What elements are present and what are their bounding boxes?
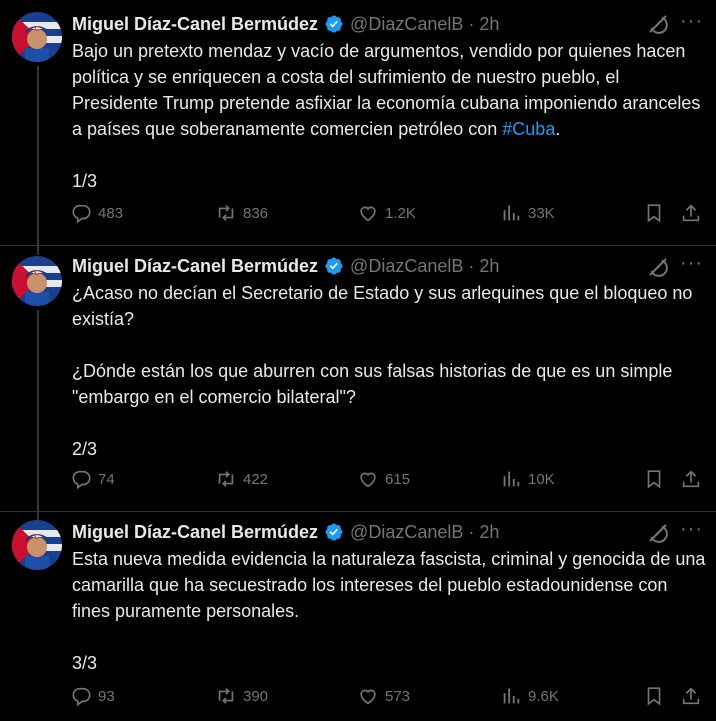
action-bar: 93 390 573 9.6K [70,684,710,708]
retweet-button[interactable]: 422 [215,467,268,491]
reply-button[interactable]: 93 [70,684,115,708]
reply-count: 93 [98,687,115,705]
author-handle[interactable]: @DiazCanelB [350,256,463,277]
author-handle[interactable]: @DiazCanelB [350,522,463,543]
author-handle[interactable]: @DiazCanelB [350,14,463,35]
verified-badge-icon [324,256,344,276]
views-icon [503,205,520,221]
retweet-icon [218,471,234,487]
tweet-1[interactable]: C Miguel Díaz-Canel Bermúdez @DiazCanelB… [0,0,716,247]
tweet-header: Miguel Díaz-Canel Bermúdez @DiazCanelB ·… [72,254,499,278]
timestamp[interactable]: 2h [479,14,499,35]
bookmark-button[interactable] [643,201,671,225]
views-count: 10K [528,470,555,488]
like-button[interactable]: 615 [357,467,410,491]
thread-line [37,245,39,255]
tweet-header: Miguel Díaz-Canel Bermúdez @DiazCanelB ·… [72,520,499,544]
grok-icon[interactable] [646,255,670,279]
bookmark-icon [647,470,661,489]
svg-text:C: C [34,534,39,541]
retweet-count: 422 [243,470,269,488]
thread-line [37,310,39,513]
retweet-button[interactable]: 390 [215,684,268,708]
separator-dot: · [468,521,475,542]
thread-counter: 3/3 [72,653,98,673]
share-button[interactable] [680,467,708,491]
verified-badge-icon [324,522,344,542]
svg-text:C: C [34,26,39,33]
bookmark-button[interactable] [643,684,671,708]
thread-counter: 1/3 [72,171,98,191]
action-bar: 483 836 1.2K 33K [70,201,710,225]
tweet-header: Miguel Díaz-Canel Bermúdez @DiazCanelB ·… [72,12,499,36]
author-name[interactable]: Miguel Díaz-Canel Bermúdez [72,256,318,277]
retweet-icon [218,205,234,221]
like-count: 1.2K [385,204,416,222]
views-button[interactable]: 9.6K [500,684,559,708]
tweet-text-end: . [555,119,561,139]
bookmark-button[interactable] [643,467,671,491]
separator-dot: · [468,13,475,34]
bookmark-icon [647,204,661,223]
tweet-text: Bajo un pretexto mendaz y vacío de argum… [72,38,708,194]
views-icon [503,471,520,487]
hashtag-link[interactable]: #Cuba [502,119,555,139]
views-icon [503,688,520,704]
reply-count: 483 [98,204,124,222]
thread-counter: 2/3 [72,439,98,459]
reply-icon [72,470,91,490]
tweet-text: Esta nueva medida evidencia la naturalez… [72,546,708,676]
retweet-count: 390 [243,687,269,705]
bookmark-icon [647,687,661,706]
reply-button[interactable]: 74 [70,467,115,491]
share-icon [682,204,700,222]
share-button[interactable] [680,684,708,708]
tweet-text-body: Bajo un pretexto mendaz y vacío de argum… [72,41,701,139]
action-bar: 74 422 615 10K [70,467,710,491]
share-icon [682,470,700,488]
author-name[interactable]: Miguel Díaz-Canel Bermúdez [72,14,318,35]
views-button[interactable]: 33K [500,201,555,225]
svg-text:C: C [34,270,39,277]
tweet-2[interactable]: C Miguel Díaz-Canel Bermúdez @DiazCanelB… [0,245,716,513]
reply-button[interactable]: 483 [70,201,123,225]
thread-line [37,66,39,247]
views-count: 33K [528,204,555,222]
tweet-paragraph: Esta nueva medida evidencia la naturalez… [72,549,706,621]
tweet-paragraph: ¿Dónde están los que aburren con sus fal… [72,361,673,407]
retweet-icon [218,688,234,704]
tweet-text: ¿Acaso no decían el Secretario de Estado… [72,280,708,462]
reply-count: 74 [98,470,115,488]
like-icon [360,472,376,488]
timestamp[interactable]: 2h [479,522,499,543]
grok-icon[interactable] [646,12,670,36]
tweet-3[interactable]: C Miguel Díaz-Canel Bermúdez @DiazCanelB… [0,511,716,721]
grok-icon[interactable] [646,521,670,545]
avatar[interactable]: C [12,12,62,62]
avatar[interactable]: C [12,520,62,570]
verified-badge-icon [324,14,344,34]
more-options-icon[interactable]: ··· [680,253,702,278]
like-count: 573 [385,687,411,705]
separator-dot: · [468,255,475,276]
reply-icon [72,204,91,224]
share-button[interactable] [680,201,708,225]
author-name[interactable]: Miguel Díaz-Canel Bermúdez [72,522,318,543]
avatar[interactable]: C [12,256,62,306]
retweet-button[interactable]: 836 [215,201,268,225]
share-icon [682,687,700,705]
tweet-paragraph: ¿Acaso no decían el Secretario de Estado… [72,283,693,329]
more-options-icon[interactable]: ··· [680,11,702,36]
more-options-icon[interactable]: ··· [680,519,702,544]
like-button[interactable]: 573 [357,684,410,708]
views-button[interactable]: 10K [500,467,555,491]
like-button[interactable]: 1.2K [357,201,416,225]
like-icon [360,206,376,222]
timestamp[interactable]: 2h [479,256,499,277]
like-icon [360,689,376,705]
like-count: 615 [385,470,411,488]
retweet-count: 836 [243,204,269,222]
views-count: 9.6K [528,687,559,705]
reply-icon [72,687,91,707]
